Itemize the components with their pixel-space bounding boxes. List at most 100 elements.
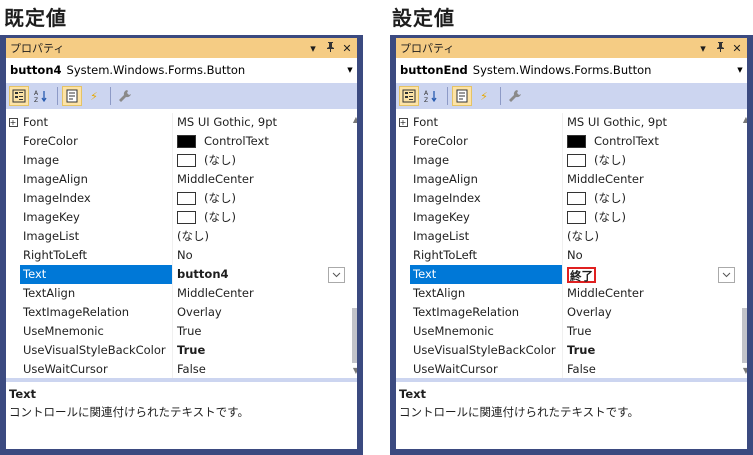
window-title: プロパティ (400, 42, 455, 55)
chevron-down-icon[interactable] (328, 267, 345, 283)
property-value[interactable]: button4 (172, 265, 349, 284)
wrench-icon[interactable] (505, 86, 525, 106)
pin-icon[interactable] (323, 41, 337, 55)
property-value[interactable]: MS UI Gothic, 9pt (562, 113, 739, 132)
property-value[interactable]: MS UI Gothic, 9pt (172, 113, 349, 132)
property-value[interactable]: False (562, 360, 739, 378)
property-row-image[interactable]: Image (なし) (396, 151, 739, 170)
pin-icon[interactable] (713, 41, 727, 55)
property-row-usewaitcursor[interactable]: UseWaitCursor False (6, 360, 349, 378)
wrench-icon[interactable] (115, 86, 135, 106)
property-value[interactable]: MiddleCenter (172, 284, 349, 303)
window-titlebar: プロパティ ▾ ✕ (396, 38, 747, 58)
scroll-up-icon[interactable]: ▲ (349, 113, 357, 127)
property-value[interactable]: No (562, 246, 739, 265)
image-swatch (177, 211, 196, 224)
property-row-usemnemonic[interactable]: UseMnemonic True (396, 322, 739, 341)
property-row-font[interactable]: + Font MS UI Gothic, 9pt (6, 113, 349, 132)
vertical-scrollbar[interactable]: ▲ ▼ (739, 113, 747, 378)
property-name: ImageIndex (23, 191, 91, 205)
toolbar-separator (500, 87, 501, 105)
property-row-image[interactable]: Image (なし) (6, 151, 349, 170)
property-name: ImageKey (413, 210, 470, 224)
property-row-textalign[interactable]: TextAlign MiddleCenter (6, 284, 349, 303)
property-value[interactable]: MiddleCenter (172, 170, 349, 189)
property-value[interactable]: True (172, 322, 349, 341)
property-row-text[interactable]: Text 終了 (396, 265, 739, 284)
property-value[interactable]: MiddleCenter (562, 284, 739, 303)
property-value: (なし) (204, 210, 236, 224)
property-name: Text (20, 265, 172, 284)
property-row-righttoleft[interactable]: RightToLeft No (6, 246, 349, 265)
property-value[interactable]: True (562, 322, 739, 341)
scroll-down-icon[interactable]: ▼ (739, 364, 747, 378)
properties-icon[interactable] (62, 86, 82, 106)
scroll-thumb[interactable] (352, 308, 357, 363)
property-row-usevisualstylebackcolor[interactable]: UseVisualStyleBackColor True (396, 341, 739, 360)
property-row-imagekey[interactable]: ImageKey (なし) (396, 208, 739, 227)
alphabetical-icon[interactable]: AZ (421, 86, 441, 106)
property-value: (なし) (594, 153, 626, 167)
property-row-imageindex[interactable]: ImageIndex (なし) (6, 189, 349, 208)
property-row-textimagerelation[interactable]: TextImageRelation Overlay (6, 303, 349, 322)
property-value[interactable]: Overlay (172, 303, 349, 322)
description-splitter[interactable] (396, 378, 747, 382)
property-value[interactable]: Overlay (562, 303, 739, 322)
property-row-forecolor[interactable]: ForeColor ControlText (6, 132, 349, 151)
property-row-usevisualstylebackcolor[interactable]: UseVisualStyleBackColor True (6, 341, 349, 360)
property-value: (なし) (594, 210, 626, 224)
property-row-righttoleft[interactable]: RightToLeft No (396, 246, 739, 265)
property-value[interactable]: No (172, 246, 349, 265)
description-pane: Text コントロールに関連付けられたテキストです。 (399, 387, 639, 420)
scroll-thumb[interactable] (742, 308, 747, 363)
close-icon[interactable]: ✕ (730, 42, 744, 55)
close-icon[interactable]: ✕ (340, 42, 354, 55)
categorized-icon[interactable] (9, 86, 29, 106)
lightning-icon[interactable]: ⚡ (474, 86, 494, 106)
alphabetical-icon[interactable]: AZ (31, 86, 51, 106)
property-value[interactable]: True (562, 341, 739, 360)
properties-icon[interactable] (452, 86, 472, 106)
toolbar-separator (57, 87, 58, 105)
vertical-scrollbar[interactable]: ▲ ▼ (349, 113, 357, 378)
property-row-imagealign[interactable]: ImageAlign MiddleCenter (6, 170, 349, 189)
property-name: Image (413, 153, 450, 167)
expand-icon[interactable]: + (398, 118, 408, 127)
property-value: ControlText (594, 134, 659, 148)
property-value[interactable]: True (172, 341, 349, 360)
property-row-forecolor[interactable]: ForeColor ControlText (396, 132, 739, 151)
property-value[interactable]: MiddleCenter (562, 170, 739, 189)
property-name: ImageIndex (413, 191, 481, 205)
property-value[interactable]: (なし) (562, 227, 739, 246)
image-swatch (567, 211, 586, 224)
property-row-usewaitcursor[interactable]: UseWaitCursor False (396, 360, 739, 378)
property-value[interactable]: (なし) (172, 227, 349, 246)
property-row-imagelist[interactable]: ImageList (なし) (6, 227, 349, 246)
lightning-icon[interactable]: ⚡ (84, 86, 104, 106)
property-row-usemnemonic[interactable]: UseMnemonic True (6, 322, 349, 341)
property-row-text[interactable]: Text button4 (6, 265, 349, 284)
text-value-input[interactable]: 終了 (567, 266, 596, 283)
property-row-textalign[interactable]: TextAlign MiddleCenter (396, 284, 739, 303)
scroll-up-icon[interactable]: ▲ (739, 113, 747, 127)
properties-window: プロパティ ▾ ✕ button4 System.Windows.Forms.B… (6, 38, 357, 449)
property-row-imagelist[interactable]: ImageList (なし) (396, 227, 739, 246)
property-row-imageindex[interactable]: ImageIndex (なし) (396, 189, 739, 208)
chevron-down-icon[interactable] (718, 267, 735, 283)
dropdown-icon[interactable]: ▾ (306, 42, 320, 55)
property-row-imagealign[interactable]: ImageAlign MiddleCenter (396, 170, 739, 189)
dropdown-icon[interactable]: ▾ (696, 42, 710, 55)
expand-icon[interactable]: + (8, 118, 18, 127)
description-splitter[interactable] (6, 378, 357, 382)
properties-toolbar: AZ ⚡ (6, 83, 357, 109)
scroll-down-icon[interactable]: ▼ (349, 364, 357, 378)
categorized-icon[interactable] (399, 86, 419, 106)
object-selector[interactable]: buttonEnd System.Windows.Forms.Button ▼ (396, 60, 747, 80)
property-name: TextAlign (23, 286, 76, 300)
property-row-imagekey[interactable]: ImageKey (なし) (6, 208, 349, 227)
property-row-font[interactable]: + Font MS UI Gothic, 9pt (396, 113, 739, 132)
object-selector[interactable]: button4 System.Windows.Forms.Button ▼ (6, 60, 357, 80)
property-value[interactable]: False (172, 360, 349, 378)
property-name: UseWaitCursor (413, 362, 498, 376)
property-row-textimagerelation[interactable]: TextImageRelation Overlay (396, 303, 739, 322)
